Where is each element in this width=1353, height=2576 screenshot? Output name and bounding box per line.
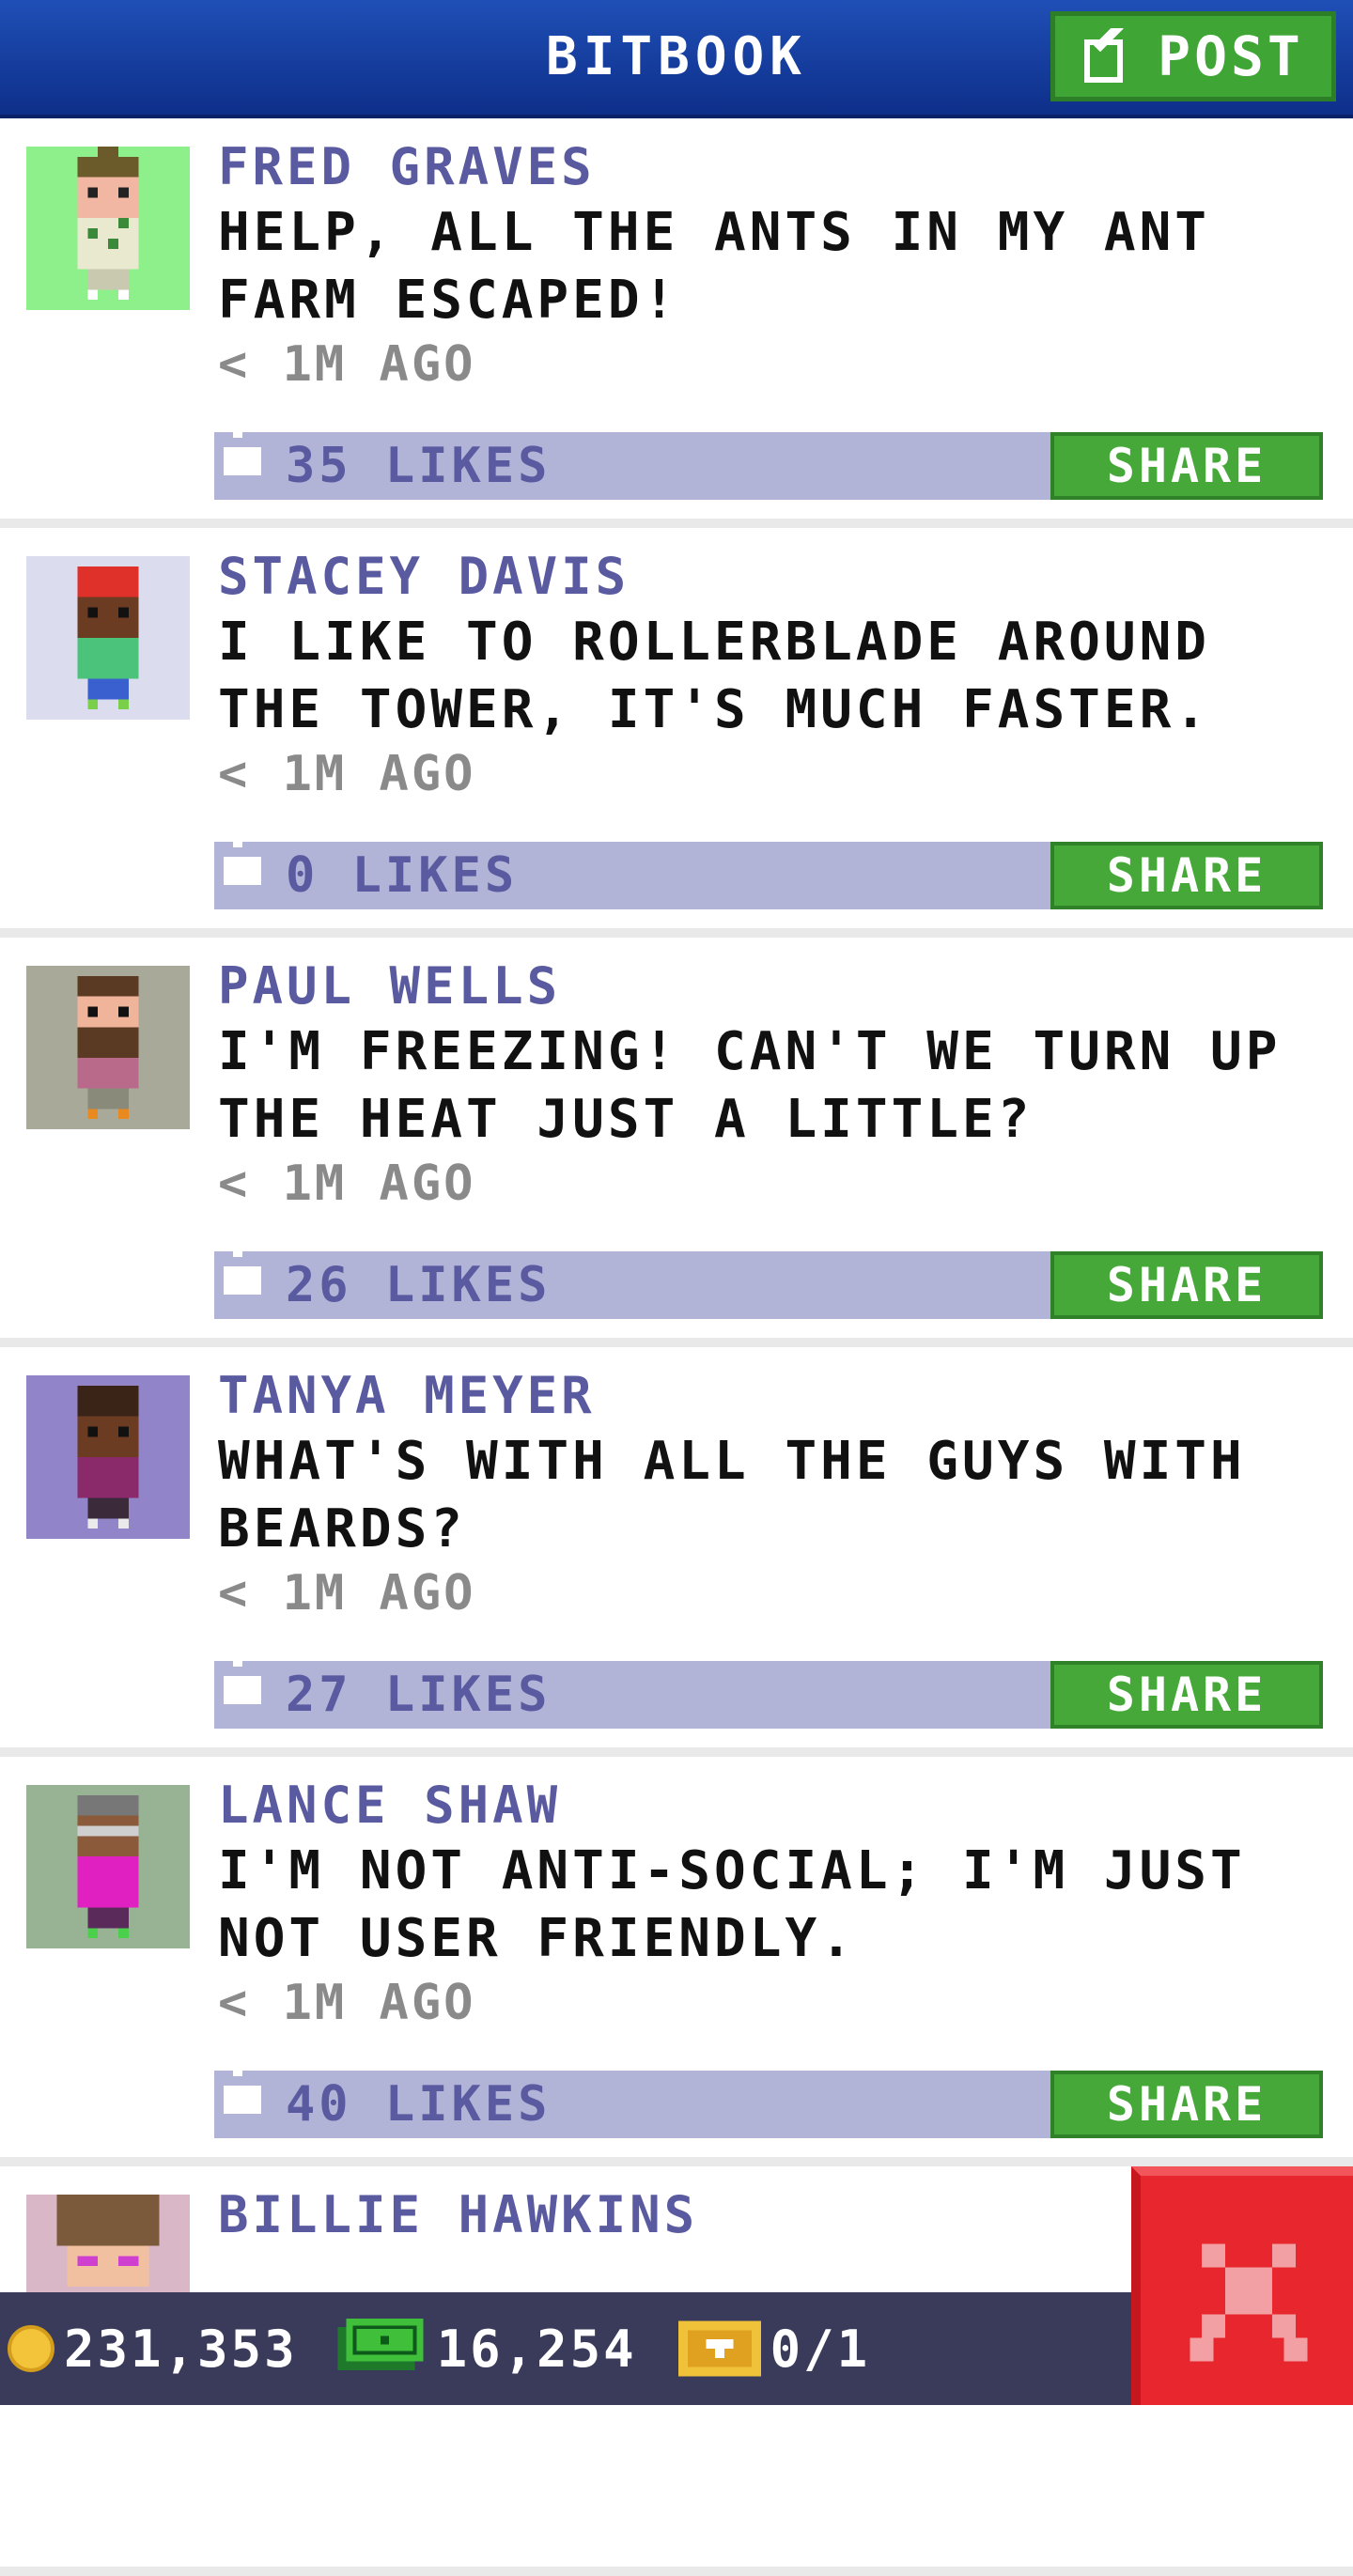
tickets-value: 0/1: [770, 2319, 871, 2379]
author-name[interactable]: STACEY DAVIS: [218, 547, 630, 606]
post-time: < 1M AGO: [218, 1565, 476, 1622]
bux-display: 16,254: [305, 2319, 637, 2379]
coin-icon: [8, 2325, 54, 2372]
close-icon: [1190, 2243, 1308, 2362]
bux-icon: [336, 2319, 424, 2370]
avatar: [26, 1785, 190, 1948]
post-time: < 1M AGO: [218, 746, 476, 802]
post-message: HELP, ALL THE ANTS IN MY ANT FARM ESCAPE…: [218, 202, 1211, 331]
post-time: < 1M AGO: [218, 336, 476, 393]
avatar: [26, 966, 190, 1129]
feed-post: PAUL WELLS I'M FREEZING! CAN'T WE TURN U…: [0, 938, 1353, 1347]
avatar: [26, 1375, 190, 1539]
feed-post: FRED GRAVES HELP, ALL THE ANTS IN MY ANT…: [0, 118, 1353, 528]
likes-bar: 0 LIKES SHARE: [214, 829, 1323, 909]
share-button[interactable]: SHARE: [1050, 2071, 1323, 2138]
likes-count: 40 LIKES: [286, 2076, 552, 2133]
author-name[interactable]: BILLIE HAWKINS: [218, 2185, 698, 2244]
post-message: I LIKE TO ROLLERBLADE AROUND THE TOWER, …: [218, 612, 1211, 740]
likes-count: 0 LIKES: [286, 847, 519, 904]
post-time: < 1M AGO: [218, 1975, 476, 2031]
likes-count: 26 LIKES: [286, 1257, 552, 1313]
share-button[interactable]: SHARE: [1050, 432, 1323, 500]
post-button[interactable]: POST: [1050, 11, 1336, 101]
close-button[interactable]: [1131, 2166, 1353, 2405]
feed-post: LANCE SHAW I'M NOT ANTI-SOCIAL; I'M JUST…: [0, 1757, 1353, 2166]
share-button[interactable]: SHARE: [1050, 1251, 1323, 1319]
author-name[interactable]: FRED GRAVES: [218, 137, 596, 196]
author-name[interactable]: TANYA MEYER: [218, 1366, 596, 1425]
share-button[interactable]: SHARE: [1050, 842, 1323, 909]
likes-count: 35 LIKES: [286, 438, 552, 494]
author-name[interactable]: PAUL WELLS: [218, 956, 561, 1016]
post-message: I'M NOT ANTI-SOCIAL; I'M JUST NOT USER F…: [218, 1840, 1246, 1969]
compose-icon: [1084, 28, 1124, 83]
feed-post: TANYA MEYER WHAT'S WITH ALL THE GUYS WIT…: [0, 1347, 1353, 1757]
post-label: POST: [1158, 24, 1304, 88]
ticket-icon: [677, 2320, 761, 2377]
bux-value: 16,254: [436, 2319, 637, 2379]
likes-count: 27 LIKES: [286, 1667, 552, 1723]
post-message: WHAT'S WITH ALL THE GUYS WITH BEARDS?: [218, 1431, 1246, 1560]
feed-post: STACEY DAVIS I LIKE TO ROLLERBLADE AROUN…: [0, 528, 1353, 938]
thumbs-up-icon[interactable]: [224, 1238, 261, 1313]
post-message: I'M FREEZING! CAN'T WE TURN UP THE HEAT …: [218, 1021, 1282, 1150]
post-time: < 1M AGO: [218, 1156, 476, 1212]
thumbs-up-icon[interactable]: [224, 419, 261, 494]
likes-bar: 35 LIKES SHARE: [214, 419, 1323, 500]
avatar: [26, 556, 190, 720]
likes-bar: 26 LIKES SHARE: [214, 1238, 1323, 1319]
avatar: [26, 147, 190, 310]
coins-display: 231,353: [8, 2320, 298, 2379]
coins-value: 231,353: [64, 2319, 298, 2379]
thumbs-up-icon[interactable]: [224, 1648, 261, 1723]
thumbs-up-icon[interactable]: [224, 2057, 261, 2133]
tickets-display: 0/1: [645, 2320, 871, 2379]
author-name[interactable]: LANCE SHAW: [218, 1776, 561, 1835]
share-button[interactable]: SHARE: [1050, 1661, 1323, 1729]
thumbs-up-icon[interactable]: [224, 829, 261, 904]
app-header: BITBOOK POST: [0, 0, 1353, 118]
likes-bar: 27 LIKES SHARE: [214, 1648, 1323, 1729]
likes-bar: 40 LIKES SHARE: [214, 2057, 1323, 2138]
